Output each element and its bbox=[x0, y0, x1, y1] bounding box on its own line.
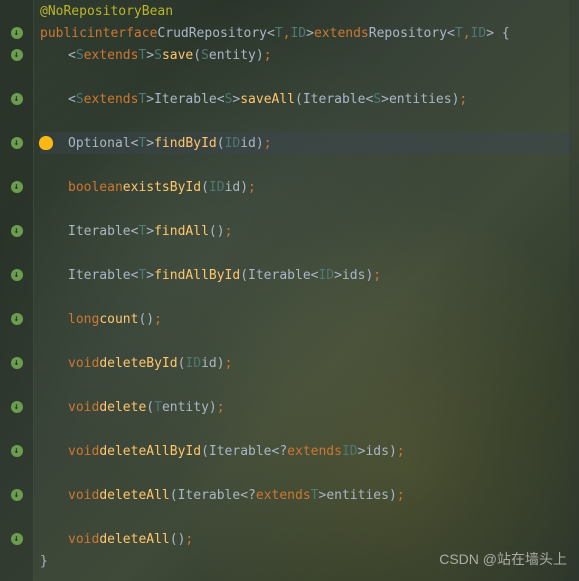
implement-icon[interactable] bbox=[11, 445, 23, 457]
implement-icon[interactable] bbox=[11, 181, 23, 193]
code-line: Iterable<T> findAllById(Iterable<ID> ids… bbox=[40, 264, 573, 286]
implement-icon[interactable] bbox=[11, 357, 23, 369]
implement-icon[interactable] bbox=[11, 401, 23, 413]
code-line: void deleteAll(); bbox=[40, 528, 573, 550]
code-line: boolean existsById(ID id); bbox=[40, 176, 573, 198]
implement-icon[interactable] bbox=[11, 27, 23, 39]
code-line: void deleteAllById(Iterable<? extends ID… bbox=[40, 440, 573, 462]
code-line bbox=[40, 242, 573, 264]
code-line bbox=[40, 198, 573, 220]
code-line: Iterable<T> findAll(); bbox=[40, 220, 573, 242]
gutter bbox=[0, 0, 34, 581]
code-line: public interface CrudRepository<T, ID> e… bbox=[40, 22, 573, 44]
code-line: <S extends T> Iterable<S> saveAll(Iterab… bbox=[40, 88, 573, 110]
code-line: void deleteAll(Iterable<? extends T> ent… bbox=[40, 484, 573, 506]
code-line bbox=[40, 462, 573, 484]
implement-icon[interactable] bbox=[11, 137, 23, 149]
code-line: void deleteById(ID id); bbox=[40, 352, 573, 374]
code-line-highlighted: Optional<T> findById(ID id); bbox=[40, 132, 573, 154]
code-line: void delete(T entity); bbox=[40, 396, 573, 418]
code-line bbox=[40, 66, 573, 88]
code-line: long count(); bbox=[40, 308, 573, 330]
code-line bbox=[40, 418, 573, 440]
implement-icon[interactable] bbox=[11, 49, 23, 61]
implement-icon[interactable] bbox=[11, 269, 23, 281]
implement-icon[interactable] bbox=[11, 93, 23, 105]
intention-bulb-icon[interactable] bbox=[39, 136, 53, 150]
code-line bbox=[40, 110, 573, 132]
code-line bbox=[40, 154, 573, 176]
watermark: CSDN @站在墙头上 bbox=[439, 549, 567, 569]
implement-icon[interactable] bbox=[11, 313, 23, 325]
implement-icon[interactable] bbox=[11, 489, 23, 501]
code-line bbox=[40, 374, 573, 396]
code-line: @NoRepositoryBean bbox=[40, 0, 573, 22]
code-area[interactable]: @NoRepositoryBean public interface CrudR… bbox=[34, 0, 579, 581]
implement-icon[interactable] bbox=[11, 533, 23, 545]
implement-icon[interactable] bbox=[11, 225, 23, 237]
code-line: <S extends T> S save(S entity); bbox=[40, 44, 573, 66]
scrollbar[interactable] bbox=[569, 0, 579, 581]
code-editor[interactable]: @NoRepositoryBean public interface CrudR… bbox=[0, 0, 579, 581]
code-line bbox=[40, 506, 573, 528]
code-line bbox=[40, 286, 573, 308]
code-line bbox=[40, 330, 573, 352]
